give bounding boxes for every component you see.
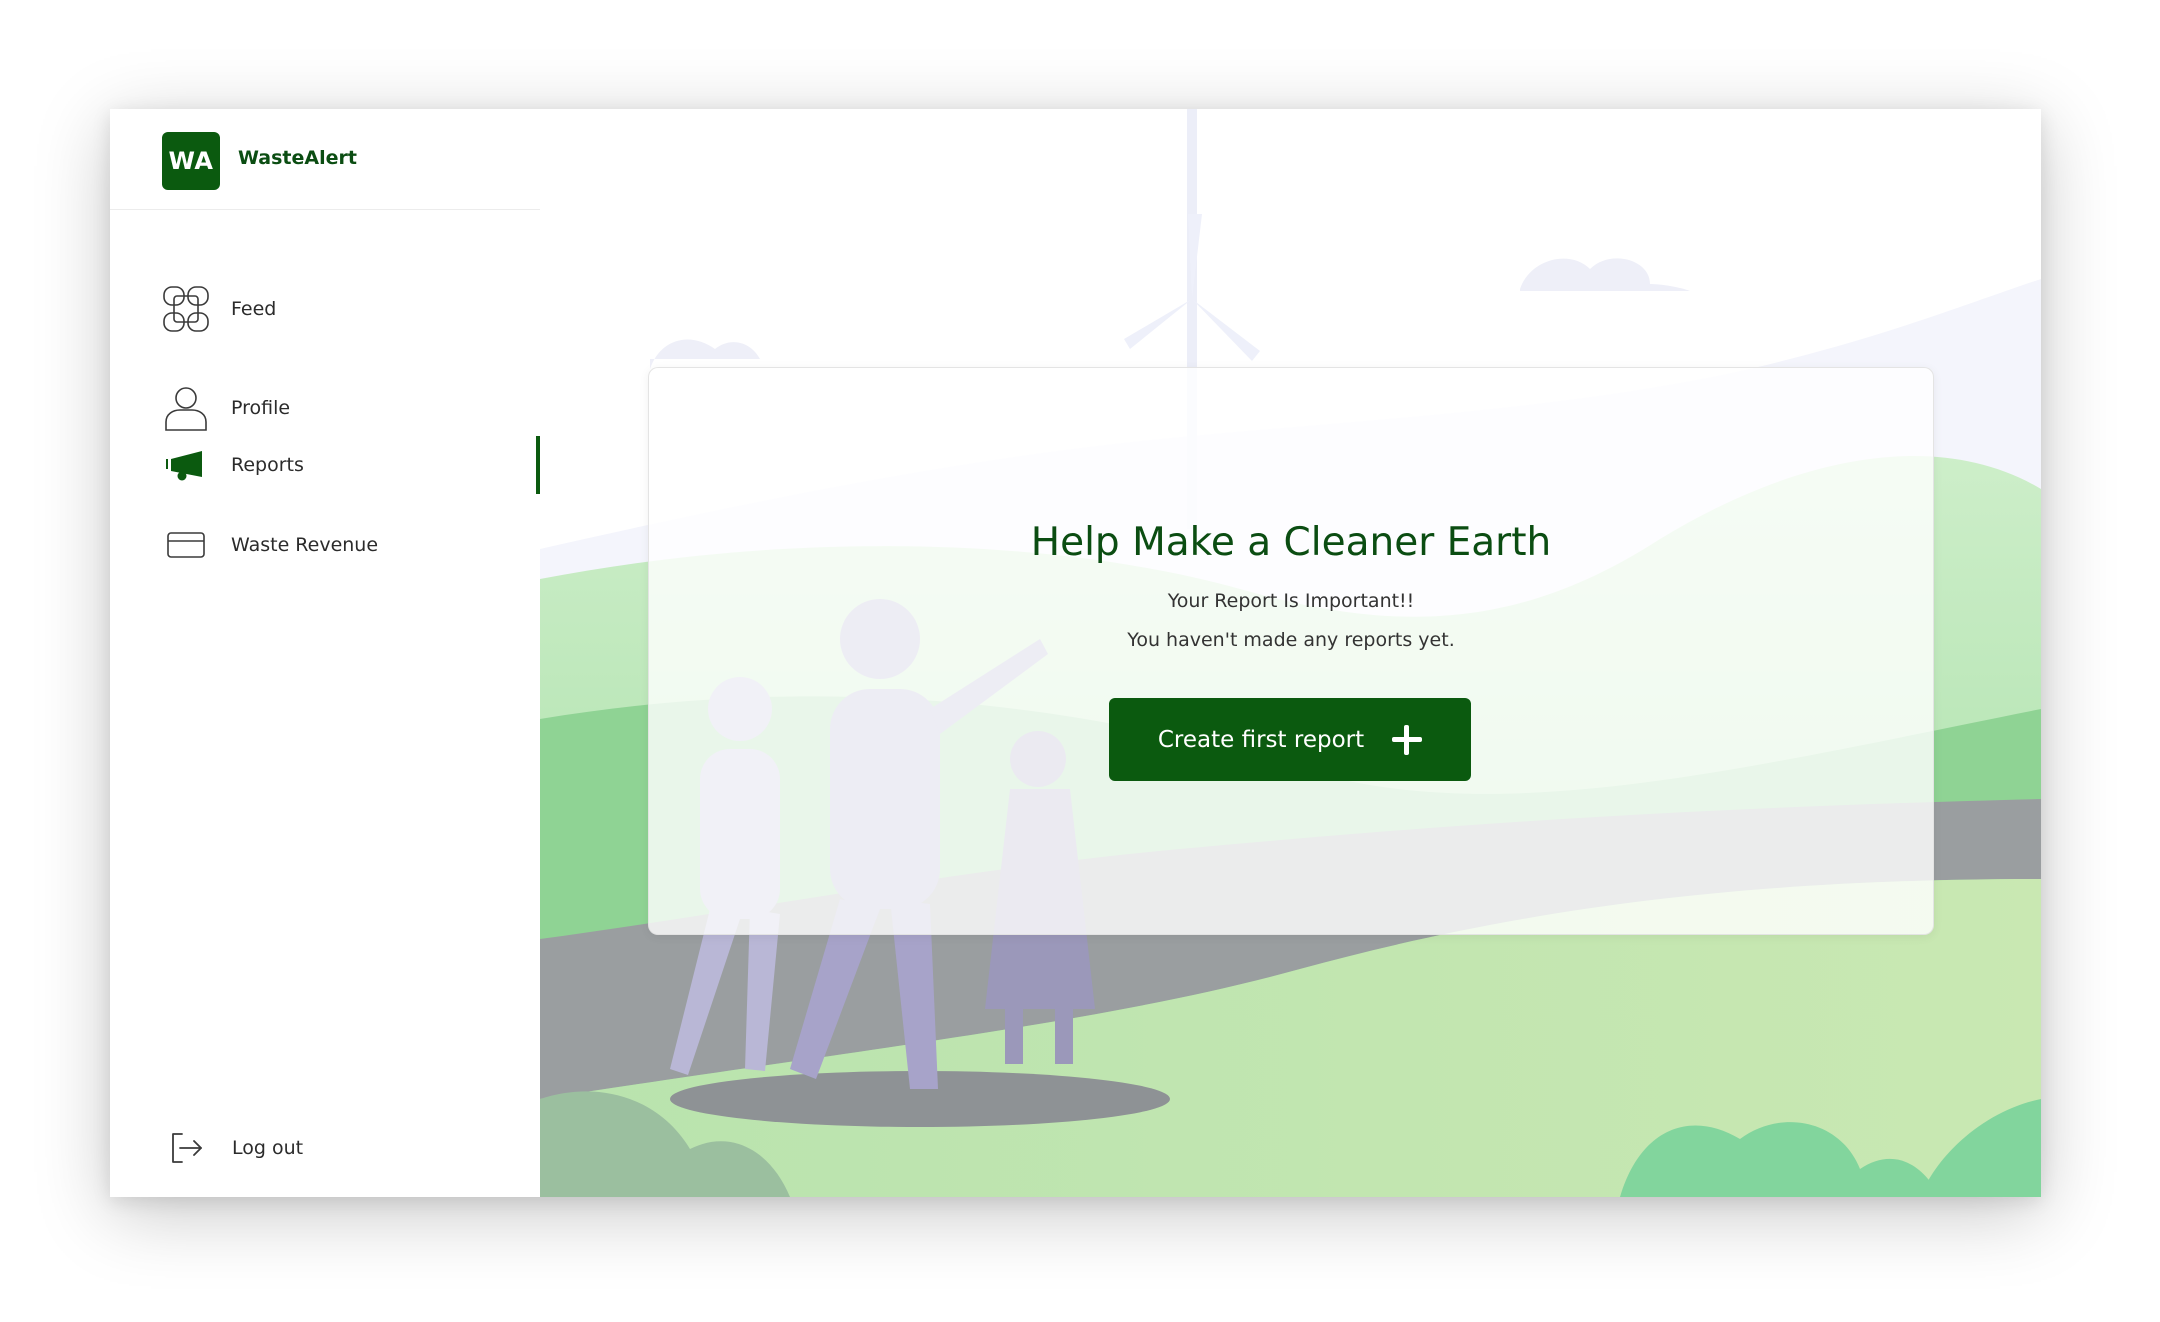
logout-label: Log out bbox=[232, 1137, 304, 1159]
sidebar-item-profile[interactable]: Profile bbox=[110, 380, 540, 436]
sidebar-item-label: Profile bbox=[231, 397, 291, 419]
empty-message: You haven't made any reports yet. bbox=[1127, 629, 1455, 651]
create-first-report-button[interactable]: Create first report bbox=[1109, 698, 1471, 781]
sidebar-item-reports[interactable]: Reports bbox=[110, 437, 540, 493]
sidebar-item-waste-revenue[interactable]: Waste Revenue bbox=[110, 517, 540, 573]
sidebar-item-label: Feed bbox=[231, 298, 277, 320]
logout-icon bbox=[162, 1124, 210, 1172]
user-icon bbox=[162, 384, 210, 432]
megaphone-icon bbox=[162, 441, 210, 489]
create-first-report-label: Create first report bbox=[1157, 726, 1365, 753]
sidebar-item-label: Waste Revenue bbox=[231, 534, 379, 556]
app-window: WA WasteAlert Feed Profile Reports Waste… bbox=[110, 109, 2041, 1197]
feed-grid-icon bbox=[162, 285, 210, 333]
subtitle: Your Report Is Important!! bbox=[1167, 590, 1415, 612]
sidebar: WA WasteAlert Feed Profile Reports Waste… bbox=[110, 109, 540, 1197]
main-content: Help Make a Cleaner Earth Your Report Is… bbox=[540, 109, 2041, 1197]
app-logo[interactable]: WA bbox=[162, 132, 220, 190]
sidebar-item-label: Reports bbox=[231, 454, 304, 476]
logout-button[interactable]: Log out bbox=[110, 1120, 540, 1176]
app-name: WasteAlert bbox=[238, 147, 357, 169]
sidebar-item-feed[interactable]: Feed bbox=[110, 281, 540, 337]
brand-header: WA WasteAlert bbox=[110, 109, 540, 210]
credit-card-icon bbox=[162, 521, 210, 569]
page-title: Help Make a Cleaner Earth bbox=[1030, 520, 1552, 565]
plus-icon bbox=[1392, 724, 1423, 755]
empty-state-card: Help Make a Cleaner Earth Your Report Is… bbox=[648, 367, 1934, 935]
